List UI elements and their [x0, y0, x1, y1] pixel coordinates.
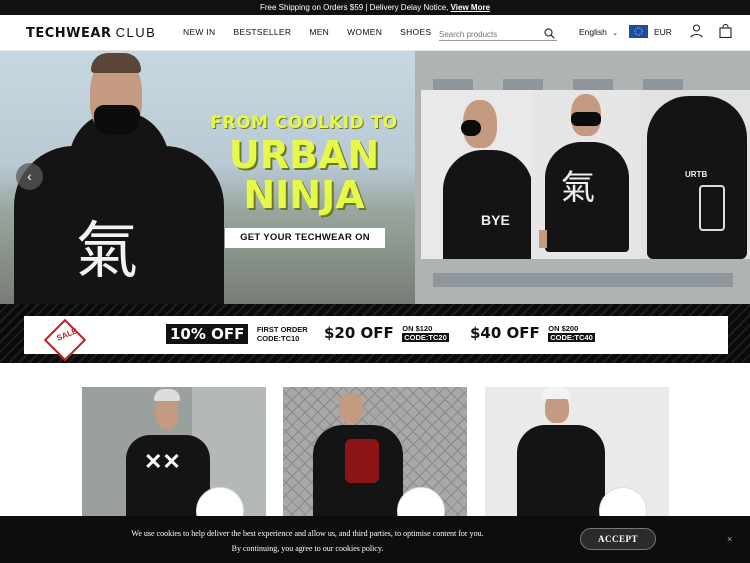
search-bar — [439, 24, 557, 44]
offer-3-condition: ON $200 — [548, 324, 579, 333]
nav-item-men[interactable]: MEN — [309, 27, 329, 37]
shopping-bag-icon[interactable] — [719, 23, 732, 43]
site-header: TECHWEAR CLUB NEW IN BESTSELLER MEN WOME… — [0, 15, 750, 51]
chevron-left-icon: ‹ — [27, 168, 32, 184]
hero-headline-small: FROM COOLKID TO — [210, 113, 398, 133]
user-account-icon[interactable] — [690, 24, 703, 43]
chevron-down-icon: ⌄ — [612, 30, 619, 37]
offer-2-code: CODE:TC20 — [402, 333, 449, 342]
hero-headline-large: URBAN NINJA — [196, 135, 412, 215]
hero-word-ninja: NINJA — [243, 173, 365, 217]
product-thumbnail — [599, 487, 647, 517]
product-card[interactable]: ✕✕ — [82, 387, 266, 517]
offer-1-details: FIRST ORDER CODE:TC10 — [257, 325, 308, 343]
hero-banner[interactable]: 氣 FROM COOLKID TO URBAN NINJA GET YOUR T… — [0, 51, 750, 304]
promo-banner[interactable]: SALE 10% OFF FIRST ORDER CODE:TC10 $20 O… — [0, 304, 750, 363]
product-card[interactable] — [485, 387, 669, 517]
hero-collage: BYE 氣 URTB — [421, 90, 750, 259]
nav-item-new-in[interactable]: NEW IN — [183, 27, 216, 37]
site-logo[interactable]: TECHWEAR CLUB — [26, 25, 156, 41]
offer-3-details: ON $200 CODE:TC40 — [548, 324, 595, 342]
nav-item-bestseller[interactable]: BESTSELLER — [234, 27, 292, 37]
hero-word-urban: URBAN — [228, 133, 380, 177]
offer-2: $20 OFF ON $120 CODE:TC20 — [324, 324, 449, 342]
collage-image-side: BYE — [421, 90, 531, 259]
offer-1-condition: FIRST ORDER — [256, 325, 308, 334]
collage-image-front: 氣 — [531, 90, 641, 259]
nav-item-shoes[interactable]: SHOES — [400, 27, 431, 37]
collage-image-back: URTB — [641, 90, 750, 259]
offer-2-details: ON $120 CODE:TC20 — [402, 324, 449, 342]
cookie-message-line2: By continuing, you agree to our cookies … — [231, 544, 384, 553]
offer-3: $40 OFF ON $200 CODE:TC40 — [470, 324, 595, 342]
hero-model-image: 氣 — [14, 51, 224, 304]
announcement-text: Free Shipping on Orders $59 | Delivery D… — [259, 3, 451, 12]
search-input[interactable] — [439, 26, 539, 43]
nav-item-women[interactable]: WOMEN — [347, 27, 382, 37]
close-icon[interactable]: × — [727, 534, 732, 544]
view-more-link[interactable]: View More — [451, 3, 490, 12]
hero-cta-button[interactable]: GET YOUR TECHWEAR ON — [225, 228, 385, 248]
currency-selector[interactable]: EUR — [654, 27, 672, 37]
offer-1-code: CODE:TC10 — [256, 334, 300, 343]
offer-1: 10% OFF FIRST ORDER CODE:TC10 — [166, 324, 308, 344]
main-nav: NEW IN BESTSELLER MEN WOMEN SHOES — [183, 27, 449, 37]
offer-2-condition: ON $120 — [402, 324, 433, 333]
language-label: English — [579, 27, 607, 37]
promo-strip: SALE 10% OFF FIRST ORDER CODE:TC10 $20 O… — [24, 316, 728, 362]
offer-2-amount: $20 OFF — [324, 324, 394, 342]
cookie-message: We use cookies to help deliver the best … — [60, 526, 555, 556]
offer-1-amount: 10% OFF — [166, 324, 249, 344]
logo-light-text: CLUB — [115, 25, 157, 40]
offer-3-code: CODE:TC40 — [548, 333, 595, 342]
cookie-message-line1: We use cookies to help deliver the best … — [131, 529, 484, 538]
logo-bold-text: TECHWEAR — [26, 26, 112, 41]
accept-cookies-button[interactable]: ACCEPT — [580, 528, 656, 550]
offer-3-amount: $40 OFF — [470, 324, 540, 342]
slider-prev-button[interactable]: ‹ — [16, 163, 43, 190]
language-selector[interactable]: English ⌄ — [579, 27, 618, 37]
product-card[interactable] — [283, 387, 467, 517]
eu-flag-icon[interactable] — [629, 25, 648, 38]
cookie-consent-bar: We use cookies to help deliver the best … — [0, 516, 750, 563]
announcement-bar: Free Shipping on Orders $59 | Delivery D… — [0, 0, 750, 15]
search-icon[interactable] — [544, 26, 555, 44]
